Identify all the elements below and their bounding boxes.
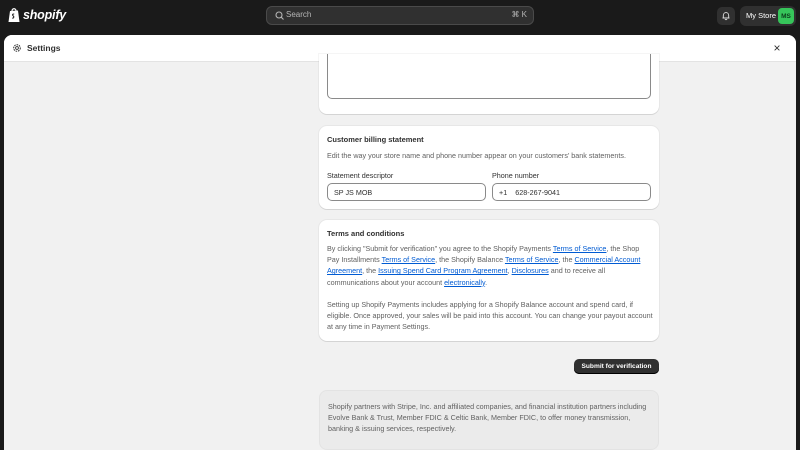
phone-number-input[interactable]: +1 628-267-9041 — [492, 183, 651, 201]
terms-title: Terms and conditions — [327, 229, 405, 238]
avatar: MS — [778, 8, 794, 24]
notifications-button[interactable] — [717, 7, 735, 25]
descriptor-label: Statement descriptor — [327, 171, 394, 180]
gear-icon — [13, 44, 21, 52]
modal-title: Settings — [27, 43, 61, 53]
terms-text-part: , the — [362, 266, 379, 276]
balance-info-paragraph: Setting up Shopify Payments includes app… — [327, 300, 653, 332]
phone-label: Phone number — [492, 171, 540, 180]
search-icon — [275, 11, 284, 20]
store-menu-button[interactable]: My Store MS — [740, 6, 796, 26]
statement-descriptor-input[interactable]: SP JS MOB — [327, 183, 486, 201]
terms-text-part: , the — [558, 255, 575, 265]
previous-section-card — [319, 54, 659, 114]
disclosures-link[interactable]: Disclosures — [512, 266, 549, 275]
submit-for-verification-button[interactable]: Submit for verification — [574, 359, 659, 374]
bell-icon — [722, 12, 730, 21]
phone-value: 628-267-9041 — [515, 188, 560, 197]
terms-text-part: By clicking "Submit for verification" yo… — [327, 244, 553, 253]
billing-subtitle: Edit the way your store name and phone n… — [327, 151, 626, 160]
partner-disclosure-card: Shopify partners with Stripe, Inc. and a… — [319, 390, 659, 450]
terms-text-part: . — [485, 277, 488, 287]
top-bar: shopify Search ⌘ K My Store MS — [0, 0, 800, 32]
electronically-link[interactable]: electronically — [444, 278, 485, 287]
terms-text-part: , the Shopify Balance — [435, 255, 505, 265]
search-shortcut: ⌘ K — [511, 10, 527, 19]
payments-tos-link[interactable]: Terms of Service — [553, 244, 607, 253]
terms-card: Terms and conditions By clicking "Submit… — [319, 220, 659, 341]
store-name: My Store — [746, 11, 777, 20]
text-area[interactable] — [327, 54, 651, 99]
close-button[interactable]: × — [771, 41, 783, 55]
search-input[interactable]: Search ⌘ K — [266, 6, 534, 25]
spend-card-agreement-link[interactable]: Issuing Spend Card Program Agreement — [378, 266, 507, 275]
phone-country-code: +1 — [499, 188, 508, 197]
balance-tos-link[interactable]: Terms of Service — [505, 255, 559, 264]
shopify-logo[interactable]: shopify — [8, 7, 66, 23]
shopify-bag-icon — [8, 8, 20, 22]
search-placeholder: Search — [286, 10, 312, 19]
terms-paragraph: By clicking "Submit for verification" yo… — [327, 243, 653, 288]
billing-title: Customer billing statement — [327, 135, 424, 144]
billing-statement-card: Customer billing statement Edit the way … — [319, 126, 659, 209]
installments-tos-link[interactable]: Terms of Service — [382, 255, 436, 264]
descriptor-value: SP JS MOB — [334, 188, 373, 197]
settings-modal: Settings × Customer billing statement Ed… — [4, 35, 796, 450]
partner-disclosure-text: Shopify partners with Stripe, Inc. and a… — [328, 402, 647, 434]
logo-wordmark: shopify — [23, 8, 67, 22]
